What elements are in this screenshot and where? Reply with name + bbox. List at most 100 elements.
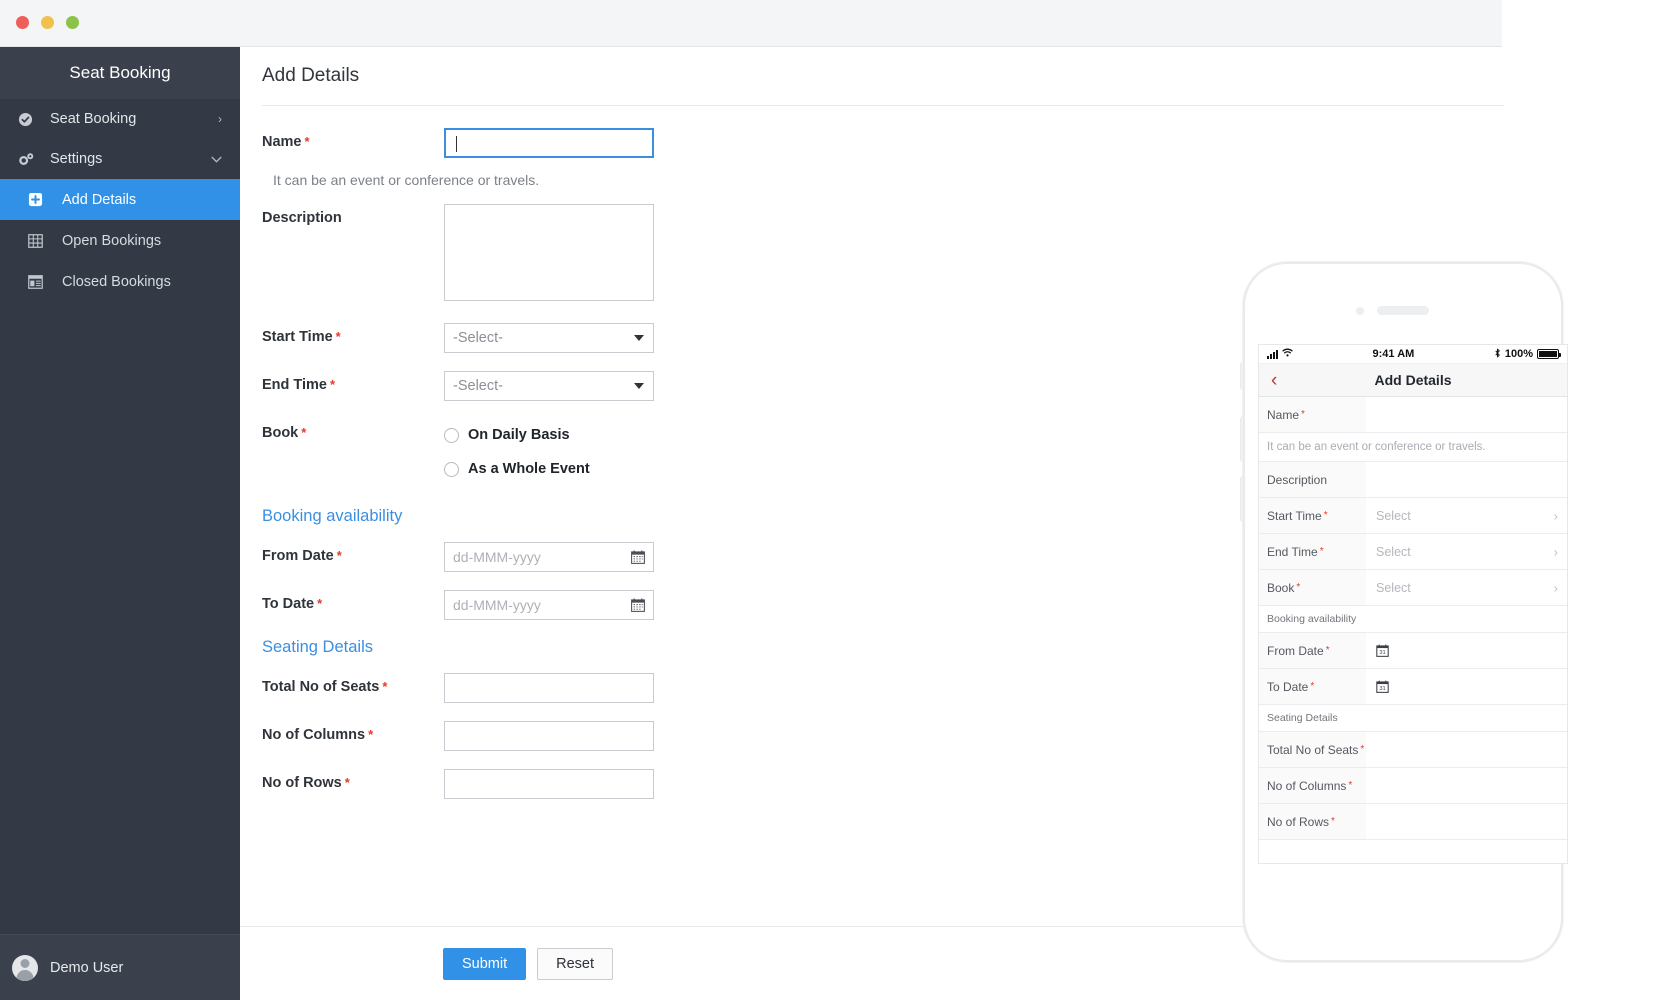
phone-status-bar: 9:41 AM 100% <box>1259 345 1567 364</box>
phone-row-value[interactable]: 31 <box>1366 669 1567 704</box>
phone-form-row[interactable]: Name * <box>1259 397 1567 433</box>
phone-row-label: Name * <box>1259 397 1366 432</box>
radio-button[interactable] <box>444 461 459 477</box>
phone-row-value[interactable] <box>1366 462 1567 497</box>
description-field-wrap <box>444 204 654 301</box>
phone-row-value[interactable]: Select › <box>1366 534 1567 569</box>
required-marker: * <box>1323 510 1328 521</box>
total-seats-input[interactable] <box>444 673 654 703</box>
close-window-button[interactable] <box>16 16 29 29</box>
name-field-wrap <box>444 128 654 158</box>
status-left <box>1267 348 1293 360</box>
sidebar-item-seat-booking[interactable]: Seat Booking › <box>0 99 240 139</box>
phone-row-value[interactable] <box>1366 804 1567 839</box>
user-avatar-icon <box>12 954 38 981</box>
sidebar-item-add-details[interactable]: Add Details <box>0 179 240 220</box>
radio-button[interactable] <box>444 427 459 443</box>
phone-row-value[interactable]: Select › <box>1366 570 1567 605</box>
rows-input[interactable] <box>444 769 654 799</box>
chevron-down-icon <box>634 383 644 389</box>
phone-row-label: From Date * <box>1259 633 1366 668</box>
phone-row-label: Start Time * <box>1259 498 1366 533</box>
reset-button[interactable]: Reset <box>537 947 614 980</box>
form-row-name: Name * <box>262 128 1502 158</box>
submit-button[interactable]: Submit <box>443 947 527 980</box>
minimize-window-button[interactable] <box>41 16 54 29</box>
chevron-down-icon <box>634 335 644 341</box>
sidebar-item-open-bookings[interactable]: Open Bookings <box>0 220 240 261</box>
battery-percent-label: 100% <box>1504 348 1533 360</box>
description-textarea[interactable] <box>444 204 654 301</box>
phone-row-label: Total No of Seats * <box>1259 732 1366 767</box>
phone-screen: 9:41 AM 100% ‹ Add Details Name * It can … <box>1258 344 1568 864</box>
sidebar-item-settings[interactable]: Settings <box>0 139 240 179</box>
phone-row-value[interactable]: Select › <box>1366 498 1567 533</box>
sidebar-item-label: Seat Booking <box>50 111 137 127</box>
phone-row-label: No of Columns * <box>1259 768 1366 803</box>
total-seats-label: Total No of Seats * <box>262 679 388 695</box>
end-time-select[interactable]: -Select- <box>444 371 654 401</box>
phone-mockup: 9:41 AM 100% ‹ Add Details Name * It can … <box>1240 262 1568 962</box>
chevron-right-icon: › <box>1553 508 1558 523</box>
required-marker: * <box>301 425 307 440</box>
sidebar: Seat Booking Seat Booking › Settings Add… <box>0 47 240 1000</box>
start-time-label: Start Time * <box>262 329 341 345</box>
phone-nav-bar: ‹ Add Details <box>1259 364 1567 397</box>
from-date-label: From Date * <box>262 548 342 564</box>
calendar-icon[interactable] <box>631 550 645 564</box>
sidebar-user-profile[interactable]: Demo User <box>0 934 240 1000</box>
calendar-icon[interactable]: 31 <box>1376 644 1389 657</box>
phone-row-value[interactable] <box>1366 732 1567 767</box>
phone-row-value[interactable]: 31 <box>1366 633 1567 668</box>
calendar-icon[interactable] <box>631 598 645 612</box>
name-input[interactable] <box>444 128 654 158</box>
book-option-daily[interactable]: On Daily Basis <box>444 421 590 449</box>
phone-form-row[interactable]: Book * Select › <box>1259 570 1567 606</box>
sidebar-item-label: Settings <box>50 151 103 167</box>
traffic-lights <box>16 16 79 29</box>
columns-label: No of Columns * <box>262 727 374 743</box>
book-label: Book * <box>262 425 307 441</box>
sidebar-item-label: Closed Bookings <box>62 273 171 290</box>
phone-row-value[interactable] <box>1366 768 1567 803</box>
phone-row-value[interactable] <box>1366 397 1567 432</box>
text-caret <box>456 136 457 152</box>
sidebar-nav: Seat Booking › Settings Add Details Open… <box>0 99 240 302</box>
phone-form-row[interactable]: No of Rows * <box>1259 804 1567 840</box>
book-radio-group: On Daily Basis As a Whole Event <box>444 419 590 489</box>
description-label: Description <box>262 210 342 226</box>
required-marker: * <box>1310 681 1315 692</box>
columns-input[interactable] <box>444 721 654 751</box>
columns-field-wrap <box>444 721 654 751</box>
required-marker: * <box>344 775 350 790</box>
calendar-icon[interactable]: 31 <box>1376 680 1389 693</box>
phone-section-header: Booking availability <box>1259 606 1567 633</box>
back-chevron-icon[interactable]: ‹ <box>1271 371 1277 390</box>
phone-form-row[interactable]: To Date * 31 <box>1259 669 1567 705</box>
required-marker: * <box>1331 816 1335 827</box>
phone-form-row[interactable]: End Time * Select › <box>1259 534 1567 570</box>
to-date-input[interactable]: dd-MMM-yyyy <box>444 590 654 620</box>
total-seats-field-wrap <box>444 673 654 703</box>
chevron-down-icon <box>211 152 222 166</box>
maximize-window-button[interactable] <box>66 16 79 29</box>
phone-row-label: Book * <box>1259 570 1366 605</box>
phone-page-title: Add Details <box>1374 372 1452 388</box>
to-date-field-wrap: dd-MMM-yyyy <box>444 590 654 620</box>
sidebar-item-label: Open Bookings <box>62 232 162 249</box>
start-time-select[interactable]: -Select- <box>444 323 654 353</box>
name-hint-text: It can be an event or conference or trav… <box>273 172 540 188</box>
required-marker: * <box>317 596 323 611</box>
from-date-input[interactable]: dd-MMM-yyyy <box>444 542 654 572</box>
book-option-whole-event[interactable]: As a Whole Event <box>444 455 590 483</box>
phone-form-row[interactable]: No of Columns * <box>1259 768 1567 804</box>
phone-form-row[interactable]: From Date * 31 <box>1259 633 1567 669</box>
phone-form-row[interactable]: Description <box>1259 462 1567 498</box>
bluetooth-icon <box>1494 348 1501 361</box>
from-date-placeholder: dd-MMM-yyyy <box>453 549 541 565</box>
phone-form-row[interactable]: Start Time * Select › <box>1259 498 1567 534</box>
sidebar-item-closed-bookings[interactable]: Closed Bookings <box>0 261 240 302</box>
phone-row-label: To Date * <box>1259 669 1366 704</box>
phone-form-row[interactable]: Total No of Seats * <box>1259 732 1567 768</box>
phone-row-label: End Time * <box>1259 534 1366 569</box>
